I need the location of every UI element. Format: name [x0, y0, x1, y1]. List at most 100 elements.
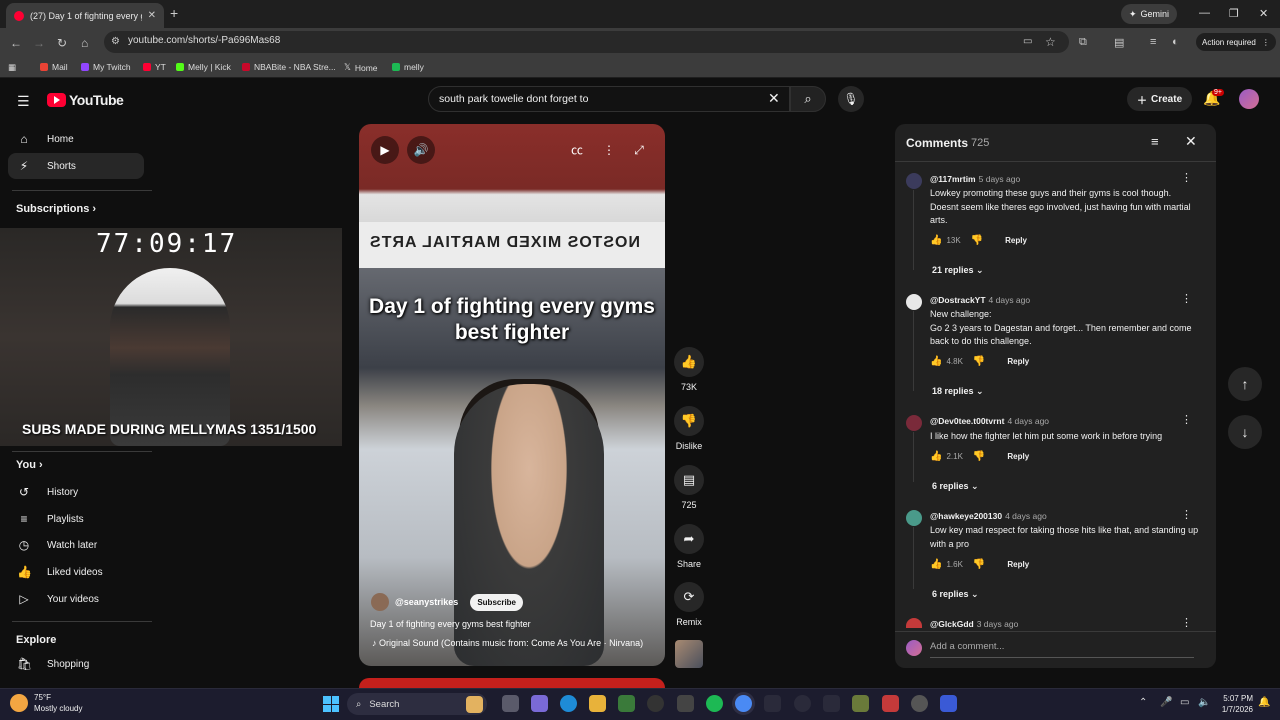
gemini-button[interactable]: ✦ Gemini [1121, 4, 1178, 24]
clear-search-icon[interactable]: ✕ [768, 90, 780, 107]
bookmark-melly[interactable]: melly [392, 62, 424, 72]
home-browser-icon[interactable]: ⌂ [81, 36, 88, 50]
view-replies-button[interactable]: 6 replies ⌄ [932, 481, 979, 492]
comment-avatar[interactable] [906, 618, 922, 628]
bookmark-melly-kick[interactable]: Melly | Kick [176, 62, 231, 72]
spotify-icon[interactable] [706, 695, 723, 712]
comment-user[interactable]: @Dev0tee.t00tvrnt [930, 416, 1004, 426]
play-button[interactable]: ▶ [371, 136, 399, 164]
sidebar-item-shorts[interactable]: ⚡ Shorts [8, 153, 144, 179]
bookmark-nbabite[interactable]: NBABite - NBA Stre... [242, 62, 336, 72]
taskbar-widget-icon[interactable] [466, 696, 483, 713]
bookmark-home[interactable]: 𝕏 Home [344, 62, 378, 73]
view-replies-button[interactable]: 18 replies ⌄ [932, 386, 984, 397]
app-icon[interactable] [764, 695, 781, 712]
account-avatar[interactable] [1239, 89, 1259, 109]
add-comment-input[interactable]: Add a comment... [930, 641, 1004, 652]
thumbs-up-icon[interactable]: 👍 [930, 559, 942, 570]
app-icon[interactable] [823, 695, 840, 712]
comment-avatar[interactable] [906, 294, 922, 310]
apps-grid-icon[interactable]: ▦ [8, 62, 16, 73]
previous-short-button[interactable]: ↑ [1228, 367, 1262, 401]
subscribe-button[interactable]: Subscribe [470, 593, 524, 611]
sidebar-item-your-videos[interactable]: ▷ Your videos [0, 586, 150, 612]
app-icon[interactable] [940, 695, 957, 712]
bookmark-yt[interactable]: YT [143, 62, 166, 72]
url-text[interactable]: youtube.com/shorts/-Pa696Mas68 [128, 35, 280, 46]
comment-avatar[interactable] [906, 173, 922, 189]
like-button[interactable]: 👍 73K [674, 347, 704, 392]
back-icon[interactable]: ← [10, 36, 22, 50]
you-heading[interactable]: You › [16, 459, 43, 471]
view-replies-button[interactable]: 21 replies ⌄ [932, 265, 984, 276]
sidebar-item-home[interactable]: ⌂ Home [0, 126, 150, 152]
new-tab-icon[interactable]: + [170, 5, 178, 21]
comment-menu-icon[interactable]: ⋮ [1181, 413, 1192, 426]
volume-button[interactable]: 🔊 [407, 136, 435, 164]
bookmark-my-twitch[interactable]: My Twitch [81, 62, 131, 72]
sound-thumbnail[interactable] [675, 640, 703, 668]
comment-menu-icon[interactable]: ⋮ [1181, 171, 1192, 184]
sidebar-item-shopping[interactable]: 🛍 Shopping [0, 651, 150, 677]
thumbs-down-icon[interactable]: 👎 [973, 559, 985, 570]
restore-icon[interactable]: ❐ [1229, 7, 1239, 20]
site-info-icon[interactable]: ⚙ [111, 36, 120, 47]
comment-menu-icon[interactable]: ⋮ [1181, 292, 1192, 305]
remix-button[interactable]: ⟳ Remix [674, 582, 704, 627]
volume-tray-icon[interactable]: 🔈 [1198, 697, 1210, 708]
sidebar-item-liked-videos[interactable]: 👍 Liked videos [0, 559, 150, 585]
app-icon[interactable] [852, 695, 869, 712]
tab-search-icon[interactable]: ≡ [1150, 36, 1156, 48]
comments-button[interactable]: ▤ 725 [674, 465, 704, 510]
channel-handle[interactable]: @seanystrikes [395, 597, 458, 607]
reply-button[interactable]: Reply [1005, 236, 1027, 245]
shorts-video-player[interactable]: NOSTOS MIXED MARTIAL ARTS Day 1 of fight… [359, 124, 665, 666]
video-description[interactable]: Day 1 of fighting every gyms best fighte… [370, 619, 531, 629]
close-comments-icon[interactable]: ✕ [1185, 133, 1197, 150]
app-icon[interactable] [882, 695, 899, 712]
dislike-button[interactable]: 👎 Dislike [674, 406, 704, 451]
sound-attribution[interactable]: ♪ Original Sound (Contains music from: C… [372, 638, 643, 648]
subscriptions-heading[interactable]: Subscriptions › [16, 203, 96, 215]
windows-start-icon[interactable] [323, 696, 339, 712]
bookmark-mail[interactable]: Mail [40, 62, 68, 72]
close-tab-icon[interactable]: ✕ [148, 10, 156, 21]
youtube-logo[interactable]: YouTube [47, 92, 124, 108]
edge-icon[interactable] [560, 695, 577, 712]
action-required-button[interactable]: Action required ⋮ [1196, 33, 1276, 51]
comment-user[interactable]: @hawkeye200130 [930, 511, 1002, 521]
comment-avatar[interactable] [906, 510, 922, 526]
captions-button[interactable]: ㏄ [563, 136, 591, 164]
extensions-icon[interactable]: ⧉ [1079, 36, 1087, 49]
copilot-icon[interactable] [531, 695, 548, 712]
thumbs-up-icon[interactable]: 👍 [930, 356, 942, 367]
thumbs-down-icon[interactable]: 👎 [973, 451, 985, 462]
file-explorer-icon[interactable] [589, 695, 606, 712]
create-button[interactable]: ＋ Create [1127, 87, 1193, 111]
reply-button[interactable]: Reply [1007, 560, 1029, 569]
taskbar-clock[interactable]: 5:07 PM 1/7/2026 [1219, 693, 1253, 715]
comment-user[interactable]: @117mrtim [930, 174, 976, 184]
search-query[interactable]: south park towelie dont forget to [439, 93, 588, 105]
reading-list-icon[interactable]: ▤ [1114, 36, 1124, 49]
next-video-preview[interactable] [359, 678, 665, 688]
thumbs-up-icon[interactable]: 👍 [930, 451, 942, 462]
sidebar-item-playlists[interactable]: ≡ Playlists [0, 506, 150, 532]
tray-overflow-icon[interactable]: ⌃ [1139, 697, 1147, 708]
comment-user[interactable]: @GlckGdd [930, 619, 974, 629]
close-window-icon[interactable]: ✕ [1259, 7, 1268, 20]
notification-center-icon[interactable]: 🔔 [1258, 697, 1270, 708]
cast-icon[interactable]: ▭ [1023, 36, 1032, 47]
voice-search-button[interactable]: 🎙 [838, 86, 864, 112]
profile-icon[interactable]: ◐ [1172, 36, 1179, 48]
bookmark-star-icon[interactable]: ☆ [1045, 35, 1056, 49]
forward-icon[interactable]: → [33, 36, 45, 50]
channel-avatar[interactable] [371, 593, 389, 611]
comment-avatar[interactable] [906, 415, 922, 431]
reply-button[interactable]: Reply [1007, 357, 1029, 366]
more-options-button[interactable]: ⋮ [595, 136, 623, 164]
tray-mic-icon[interactable]: 🎤 [1160, 697, 1172, 708]
sidebar-item-history[interactable]: ↺ History [0, 479, 150, 505]
share-button[interactable]: ➦ Share [674, 524, 704, 569]
chrome-icon[interactable] [735, 695, 752, 712]
